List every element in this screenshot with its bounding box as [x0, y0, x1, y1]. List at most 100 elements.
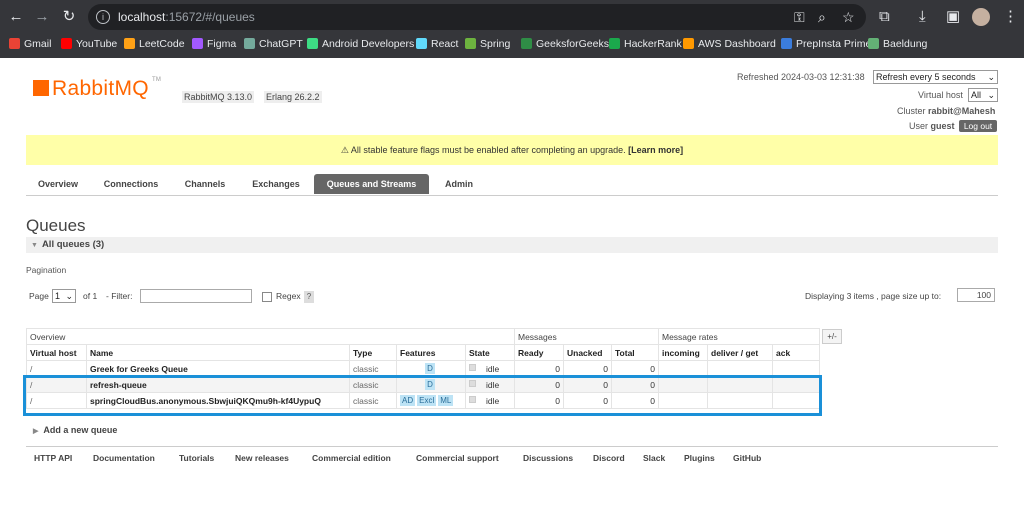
bookmark-figma[interactable]: Figma: [192, 38, 236, 50]
virtual-host-select[interactable]: All ⌄: [968, 88, 998, 102]
col-ready[interactable]: Ready: [514, 344, 564, 361]
footer-link-tutorials[interactable]: Tutorials: [179, 453, 214, 463]
extensions-icon[interactable]: ⧉: [879, 8, 890, 26]
bookmark-geeksforgeeks[interactable]: GeeksforGeeks: [521, 38, 609, 50]
erlang-version: Erlang 26.2.2: [264, 91, 322, 103]
bookmark-prepinsta-prime[interactable]: PrepInsta Prime: [781, 38, 871, 50]
footer-link-http-api[interactable]: HTTP API: [34, 453, 72, 463]
col-features[interactable]: Features: [396, 344, 466, 361]
logout-button[interactable]: Log out: [959, 120, 997, 132]
bookmark-android-developers[interactable]: Android Developers: [307, 38, 414, 50]
bookmarks-bar: Gmail YouTube LeetCode Figma ChatGPT Android …: [0, 34, 1024, 58]
bookmark-favicon-icon: [609, 38, 620, 49]
footer-link-commercial-support[interactable]: Commercial support: [416, 453, 499, 463]
cell-features: D: [396, 376, 466, 393]
footer-link-discussions[interactable]: Discussions: [523, 453, 573, 463]
learn-more-link[interactable]: [Learn more]: [628, 145, 683, 155]
filter-input[interactable]: [140, 289, 252, 303]
all-queues-section-toggle[interactable]: ▼ All queues (3): [26, 237, 998, 253]
col-ack[interactable]: ack: [772, 344, 820, 361]
site-info-icon[interactable]: i: [96, 10, 110, 24]
footer-link-slack[interactable]: Slack: [643, 453, 665, 463]
back-icon[interactable]: ←: [7, 8, 25, 26]
menu-icon[interactable]: ⋮: [1003, 8, 1018, 26]
bookmark-gmail[interactable]: Gmail: [9, 38, 51, 50]
col-name[interactable]: Name: [86, 344, 350, 361]
regex-help-button[interactable]: ?: [304, 291, 314, 303]
cell-unacked: 0: [563, 376, 612, 393]
cell-state: idle: [465, 376, 515, 393]
col-virtual-host[interactable]: Virtual host: [26, 344, 87, 361]
pagination-label: Pagination: [26, 265, 67, 275]
columns-toggle-button[interactable]: +/-: [822, 329, 842, 344]
bookmark-star-icon[interactable]: ☆: [842, 9, 855, 26]
queue-name-link[interactable]: Greek for Greeks Queue: [86, 360, 350, 377]
bookmark-favicon-icon: [307, 38, 318, 49]
bookmark-baeldung[interactable]: Baeldung: [868, 38, 927, 50]
state-icon: [469, 363, 476, 371]
queue-name-link[interactable]: springCloudBus.anonymous.SbwjuiQKQmu9h-k…: [86, 392, 350, 409]
address-bar[interactable]: i localhost:15672/#/queues ⚿ ⌕ ☆: [88, 4, 866, 30]
forward-icon[interactable]: →: [33, 8, 51, 26]
footer-link-documentation[interactable]: Documentation: [93, 453, 155, 463]
expand-arrow-icon: ▶: [33, 428, 39, 435]
bookmark-hackerrank[interactable]: HackerRank: [609, 38, 682, 50]
feature-flags-banner: ⚠ All stable feature flags must be enabl…: [26, 135, 998, 165]
download-icon[interactable]: ⤓: [919, 8, 926, 26]
url-text: localhost:15672/#/queues: [118, 10, 255, 24]
footer-link-plugins[interactable]: Plugins: [684, 453, 715, 463]
table-row[interactable]: / springCloudBus.anonymous.SbwjuiQKQmu9h…: [26, 392, 820, 409]
bookmark-youtube[interactable]: YouTube: [61, 38, 117, 50]
cell-incoming: [658, 360, 708, 377]
table-row[interactable]: / refresh-queue classic D idle 0 0 0: [26, 376, 820, 393]
add-new-queue-toggle[interactable]: ▶ Add a new queue: [33, 425, 117, 435]
group-overview: Overview: [26, 328, 515, 345]
tab-channels[interactable]: Channels: [174, 174, 236, 194]
footer-link-new-releases[interactable]: New releases: [235, 453, 289, 463]
tab-exchanges[interactable]: Exchanges: [240, 174, 312, 194]
zoom-icon[interactable]: ⌕: [818, 9, 826, 26]
col-incoming[interactable]: incoming: [658, 344, 708, 361]
bookmark-favicon-icon: [244, 38, 255, 49]
bookmark-favicon-icon: [9, 38, 20, 49]
page-select[interactable]: 1 ⌄: [52, 289, 76, 303]
footer-link-github[interactable]: GitHub: [733, 453, 761, 463]
state-icon: [469, 395, 476, 403]
col-total[interactable]: Total: [611, 344, 659, 361]
bookmark-favicon-icon: [61, 38, 72, 49]
feature-badge: AD: [400, 395, 416, 406]
feature-badge: ML: [438, 395, 454, 406]
refresh-interval-select[interactable]: Refresh every 5 seconds ⌄: [873, 70, 998, 84]
table-row[interactable]: / Greek for Greeks Queue classic D idle …: [26, 360, 820, 377]
col-unacked[interactable]: Unacked: [563, 344, 612, 361]
tab-queues-and-streams[interactable]: Queues and Streams: [314, 174, 429, 194]
key-icon[interactable]: ⚿: [794, 9, 805, 26]
bookmark-aws-dashboard[interactable]: AWS Dashboard: [683, 38, 776, 50]
cell-incoming: [658, 376, 708, 393]
profile-avatar[interactable]: [972, 8, 990, 26]
tab-admin[interactable]: Admin: [436, 174, 482, 194]
cell-unacked: 0: [563, 360, 612, 377]
bookmark-spring[interactable]: Spring: [465, 38, 510, 50]
footer-link-discord[interactable]: Discord: [593, 453, 625, 463]
footer-link-commercial-edition[interactable]: Commercial edition: [312, 453, 391, 463]
cell-deliver-get: [707, 360, 773, 377]
col-type[interactable]: Type: [349, 344, 397, 361]
bookmark-leetcode[interactable]: LeetCode: [124, 38, 185, 50]
bookmark-react[interactable]: React: [416, 38, 458, 50]
bookmark-chatgpt[interactable]: ChatGPT: [244, 38, 303, 50]
tab-overview[interactable]: Overview: [26, 174, 90, 194]
regex-checkbox[interactable]: [262, 292, 272, 302]
col-deliver-get[interactable]: deliver / get: [707, 344, 773, 361]
rabbitmq-logo[interactable]: RabbitMQ TM: [33, 77, 161, 101]
cell-deliver-get: [707, 376, 773, 393]
cell-unacked: 0: [563, 392, 612, 409]
sidepanel-icon[interactable]: ▣: [946, 8, 960, 26]
tab-connections[interactable]: Connections: [92, 174, 170, 194]
page-size-input[interactable]: 100: [957, 288, 995, 302]
reload-icon[interactable]: ↻: [60, 8, 78, 26]
queue-name-link[interactable]: refresh-queue: [86, 376, 350, 393]
col-state[interactable]: State: [465, 344, 515, 361]
bookmark-favicon-icon: [683, 38, 694, 49]
state-icon: [469, 379, 476, 387]
